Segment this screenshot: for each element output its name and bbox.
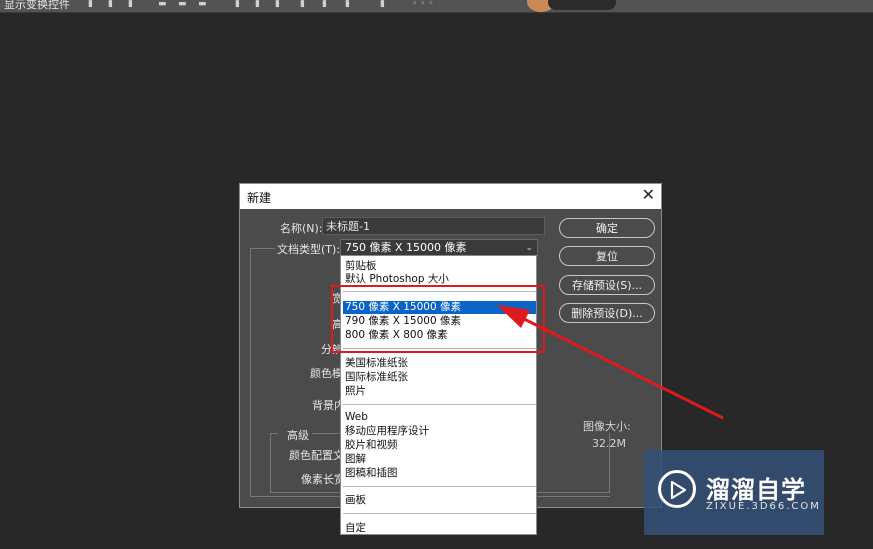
distribute-bottom-icon[interactable]: ▮	[275, 0, 280, 9]
save-preset-button[interactable]: 存储预设(S)...	[559, 275, 655, 295]
align-top-icon[interactable]: ▮	[88, 0, 93, 9]
ok-button[interactable]: 确定	[559, 218, 655, 238]
reset-button[interactable]: 复位	[559, 246, 655, 266]
document-type-label: 文档类型(T):	[277, 243, 341, 256]
dropdown-item-custom[interactable]: 自定	[343, 522, 536, 534]
search-pill[interactable]	[548, 0, 616, 10]
watermark: 溜溜自学 ZIXUE.3D66.COM	[644, 450, 824, 535]
chevron-down-icon: ⌄	[525, 243, 533, 253]
distribute-hcenter-icon[interactable]: ▮	[322, 0, 327, 9]
image-size-label: 图像大小:	[583, 420, 631, 433]
distribute-left-icon[interactable]: ▮	[300, 0, 305, 9]
dropdown-item-mobile-app[interactable]: 移动应用程序设计	[343, 425, 536, 438]
dropdown-item-web[interactable]: Web	[343, 411, 536, 424]
highlight-box	[331, 285, 545, 353]
dialog-titlebar: 新建 ✕	[240, 184, 661, 209]
color-profile-label: 颜色配置文	[289, 449, 344, 462]
watermark-url: ZIXUE.3D66.COM	[706, 501, 821, 512]
distribute-top-icon[interactable]: ▮	[235, 0, 240, 9]
image-size-value: 32.2M	[592, 437, 626, 450]
name-label: 名称(N):	[280, 222, 323, 235]
preset-frame-left	[250, 248, 251, 496]
dropdown-divider	[343, 486, 536, 487]
play-logo-icon	[658, 470, 696, 508]
close-icon[interactable]: ✕	[642, 186, 655, 204]
dropdown-item-artboard[interactable]: 画板	[343, 494, 536, 507]
pixel-aspect-label: 像素长宽	[301, 473, 345, 486]
dropdown-item-intl-paper[interactable]: 国际标准纸张	[343, 371, 536, 384]
name-field[interactable]: 未标题-1	[322, 217, 545, 235]
dropdown-item-film-video[interactable]: 胶片和视频	[343, 439, 536, 452]
show-transform-controls-label[interactable]: 显示变换控件	[4, 0, 70, 12]
align-right-icon[interactable]: ▬	[198, 0, 207, 9]
distribute-vcenter-icon[interactable]: ▮	[255, 0, 260, 9]
preset-frame-top	[250, 248, 275, 249]
dropdown-item-us-paper[interactable]: 美国标准纸张	[343, 357, 536, 370]
align-hcenter-icon[interactable]: ▬	[178, 0, 187, 9]
dialog-title: 新建	[247, 191, 272, 205]
distribute-right-icon[interactable]: ▮	[345, 0, 350, 9]
watermark-name: 溜溜自学	[706, 476, 806, 504]
options-bar: 显示变换控件 ▮ ▮ ▮ ▬ ▬ ▬ ▮ ▮ ▮ ▮ ▮ ▮ ▮ ◦ ◦ ◦	[0, 0, 873, 13]
delete-preset-button[interactable]: 删除预设(D)...	[559, 303, 655, 323]
align-vcenter-icon[interactable]: ▮	[108, 0, 113, 9]
dropdown-item-artwork[interactable]: 图稿和插图	[343, 467, 536, 480]
dropdown-item-photo[interactable]: 照片	[343, 385, 536, 398]
document-type-value: 750 像素 X 15000 像素	[345, 241, 467, 254]
dropdown-item-illustration[interactable]: 图解	[343, 453, 536, 466]
auto-align-icon[interactable]: ▮	[380, 0, 385, 9]
align-bottom-icon[interactable]: ▮	[128, 0, 133, 9]
advanced-label[interactable]: 高级	[287, 427, 309, 443]
align-left-icon[interactable]: ▬	[158, 0, 167, 9]
3d-mode-icon: ◦ ◦ ◦	[412, 0, 434, 9]
dropdown-divider	[343, 513, 536, 514]
dropdown-divider	[343, 404, 536, 405]
dropdown-item-clipboard[interactable]: 剪贴板	[343, 260, 536, 273]
color-mode-label: 颜色模	[310, 367, 343, 380]
